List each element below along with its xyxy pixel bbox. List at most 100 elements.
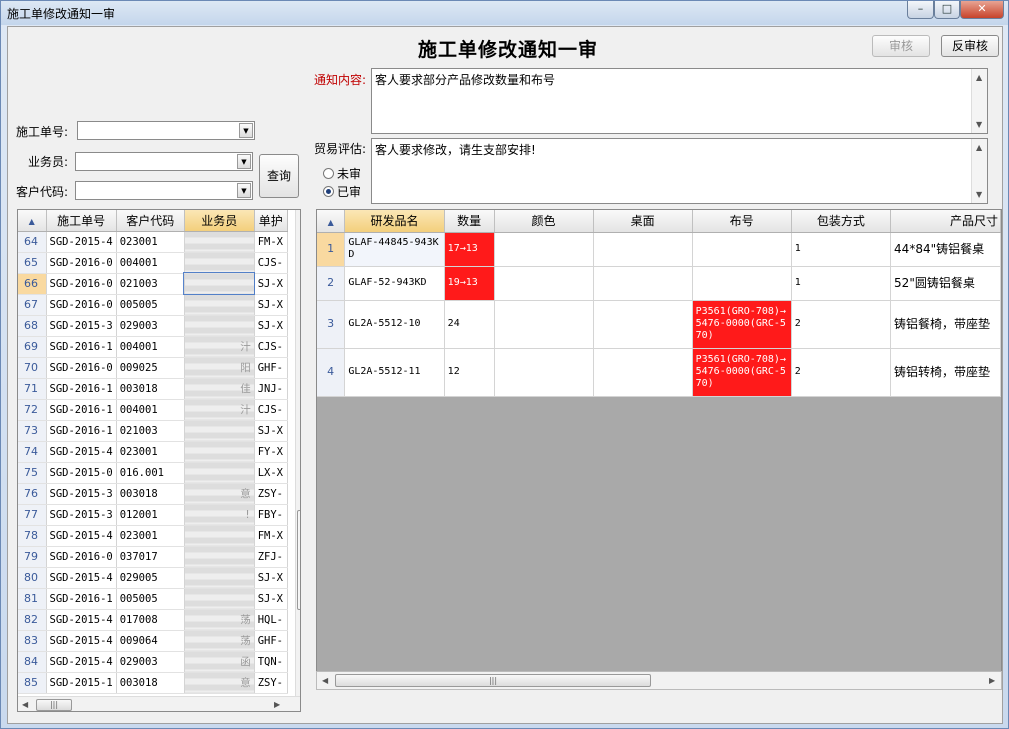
col-salesman[interactable]: 业务员 (184, 210, 255, 232)
table-row[interactable]: 64 SGD-2015-4 023001 FM-X (18, 231, 288, 253)
salesman-cell[interactable]: 意 (184, 483, 255, 505)
row-number[interactable]: 83 (18, 630, 47, 652)
row-number[interactable]: 74 (18, 441, 47, 463)
row-number[interactable]: 84 (18, 651, 47, 673)
product-name-cell[interactable]: GLAF-52-943KD (344, 266, 445, 301)
customer-code-cell[interactable]: 029005 (116, 567, 185, 589)
product-size-cell[interactable]: 44*84"铸铝餐桌 (890, 232, 1001, 267)
table-row[interactable]: 73 SGD-2016-1 021003 SJ-X (18, 420, 288, 442)
order-code-cell[interactable]: JNJ- (254, 378, 288, 400)
salesman-cell[interactable] (184, 294, 255, 316)
row-number[interactable]: 79 (18, 546, 47, 568)
salesman-cell[interactable] (184, 567, 255, 589)
quantity-cell[interactable]: 19→13 (444, 266, 495, 301)
salesman-cell[interactable] (184, 420, 255, 442)
product-detail-grid[interactable]: ▲ 研发品名 数量 颜色 桌面 布号 包装方式 产品尺寸 1 GLAF-44845… (316, 209, 1002, 690)
fabric-no-cell[interactable] (692, 232, 792, 267)
scroll-down-icon[interactable]: ▼ (976, 120, 982, 129)
col-order-no[interactable]: 施工单号 (46, 210, 117, 232)
salesman-cell[interactable] (184, 462, 255, 484)
order-no-cell[interactable]: SGD-2015-4 (46, 651, 117, 673)
customer-code-cell[interactable]: 037017 (116, 546, 185, 568)
scroll-right-icon[interactable]: ▶ (989, 676, 995, 685)
row-number[interactable]: 77 (18, 504, 47, 526)
table-row[interactable]: 79 SGD-2016-0 037017 ZFJ- (18, 546, 288, 568)
table-row[interactable]: 3 GL2A-5512-10 24 P3561(GRO-708)→5476-0000(… (317, 300, 1001, 349)
product-name-cell[interactable]: GLAF-44845-943KD (344, 232, 445, 267)
col-product-name[interactable]: 研发品名 (344, 210, 445, 233)
order-code-cell[interactable]: FM-X (254, 525, 288, 547)
order-no-cell[interactable]: SGD-2015-3 (46, 483, 117, 505)
order-no-cell[interactable]: SGD-2015-4 (46, 567, 117, 589)
order-code-cell[interactable]: ZFJ- (254, 546, 288, 568)
order-no-cell[interactable]: SGD-2016-1 (46, 399, 117, 421)
salesman-cell[interactable] (184, 315, 255, 337)
row-number[interactable]: 71 (18, 378, 47, 400)
scroll-up-icon[interactable]: ▲ (976, 143, 982, 152)
customer-code-combo[interactable]: ▼ (75, 181, 253, 200)
table-row[interactable]: 68 SGD-2015-3 029003 SJ-X (18, 315, 288, 337)
tabletop-cell[interactable] (593, 266, 693, 301)
fabric-no-cell[interactable]: P3561(GRO-708)→5476-0000(GRC-570) (692, 300, 792, 349)
row-number[interactable]: 67 (18, 294, 47, 316)
customer-code-cell[interactable]: 023001 (116, 441, 185, 463)
table-row[interactable]: 78 SGD-2015-4 023001 FM-X (18, 525, 288, 547)
customer-code-cell[interactable]: 023001 (116, 525, 185, 547)
order-code-cell[interactable]: FY-X (254, 441, 288, 463)
order-code-cell[interactable]: CJS- (254, 336, 288, 358)
customer-code-cell[interactable]: 003018 (116, 483, 185, 505)
row-number[interactable]: 65 (18, 252, 47, 274)
col-quantity[interactable]: 数量 (444, 210, 495, 233)
order-code-cell[interactable]: SJ-X (254, 588, 288, 610)
quantity-cell[interactable]: 24 (444, 300, 495, 349)
order-no-cell[interactable]: SGD-2015-3 (46, 504, 117, 526)
row-number[interactable]: 75 (18, 462, 47, 484)
product-size-cell[interactable]: 铸铝餐椅，带座垫 (890, 300, 1001, 349)
order-no-cell[interactable]: SGD-2016-0 (46, 294, 117, 316)
tabletop-cell[interactable] (593, 348, 693, 397)
customer-code-cell[interactable]: 016.001 (116, 462, 185, 484)
scroll-right-icon[interactable]: ▶ (274, 700, 280, 709)
scroll-left-icon[interactable]: ◀ (22, 700, 28, 709)
salesman-cell[interactable]: 意 (184, 672, 255, 694)
customer-code-cell[interactable]: 017008 (116, 609, 185, 631)
quantity-cell[interactable]: 12 (444, 348, 495, 397)
customer-code-cell[interactable]: 023001 (116, 231, 185, 253)
tabletop-cell[interactable] (593, 300, 693, 349)
notice-scrollbar[interactable]: ▲ ▼ (971, 69, 987, 133)
packing-cell[interactable]: 1 (791, 266, 892, 301)
table-row[interactable]: 71 SGD-2016-1 003018 佳 JNJ- (18, 378, 288, 400)
table-row[interactable]: 66 SGD-2016-0 021003 SJ-X (18, 272, 288, 295)
order-code-cell[interactable]: SJ-X (254, 567, 288, 589)
col-fabric-no[interactable]: 布号 (692, 210, 792, 233)
order-code-cell[interactable]: HQL- (254, 609, 288, 631)
salesman-cell[interactable] (184, 441, 255, 463)
approve-button[interactable]: 审核 (872, 35, 930, 57)
scroll-left-icon[interactable]: ◀ (322, 676, 328, 685)
chevron-down-icon[interactable]: ▼ (237, 183, 251, 198)
order-no-cell[interactable]: SGD-2016-0 (46, 546, 117, 568)
salesman-cell[interactable] (184, 252, 255, 274)
order-no-cell[interactable]: SGD-2015-4 (46, 441, 117, 463)
order-code-cell[interactable]: CJS- (254, 399, 288, 421)
order-no-cell[interactable]: SGD-2016-1 (46, 378, 117, 400)
table-row[interactable]: 76 SGD-2015-3 003018 意 ZSY- (18, 483, 288, 505)
salesman-cell[interactable]: 函 (184, 651, 255, 673)
quantity-cell[interactable]: 17→13 (444, 232, 495, 267)
row-number[interactable]: 69 (18, 336, 47, 358)
row-number[interactable]: 4 (317, 348, 346, 397)
order-no-cell[interactable]: SGD-2015-1 (46, 672, 117, 694)
product-name-cell[interactable]: GL2A-5512-11 (344, 348, 445, 397)
select-all-header[interactable]: ▲ (18, 210, 47, 232)
fabric-no-cell[interactable]: P3561(GRO-708)→5476-0000(GRC-570) (692, 348, 792, 397)
table-row[interactable]: 85 SGD-2015-1 003018 意 ZSY- (18, 672, 288, 694)
row-number[interactable]: 1 (317, 232, 346, 267)
color-cell[interactable] (494, 266, 594, 301)
scroll-thumb[interactable]: ||| (335, 674, 651, 687)
table-row[interactable]: 81 SGD-2016-1 005005 SJ-X (18, 588, 288, 610)
order-no-cell[interactable]: SGD-2015-4 (46, 231, 117, 253)
order-no-cell[interactable]: SGD-2016-1 (46, 588, 117, 610)
order-code-cell[interactable]: LX-X (254, 462, 288, 484)
customer-code-cell[interactable]: 005005 (116, 588, 185, 610)
customer-code-cell[interactable]: 029003 (116, 315, 185, 337)
